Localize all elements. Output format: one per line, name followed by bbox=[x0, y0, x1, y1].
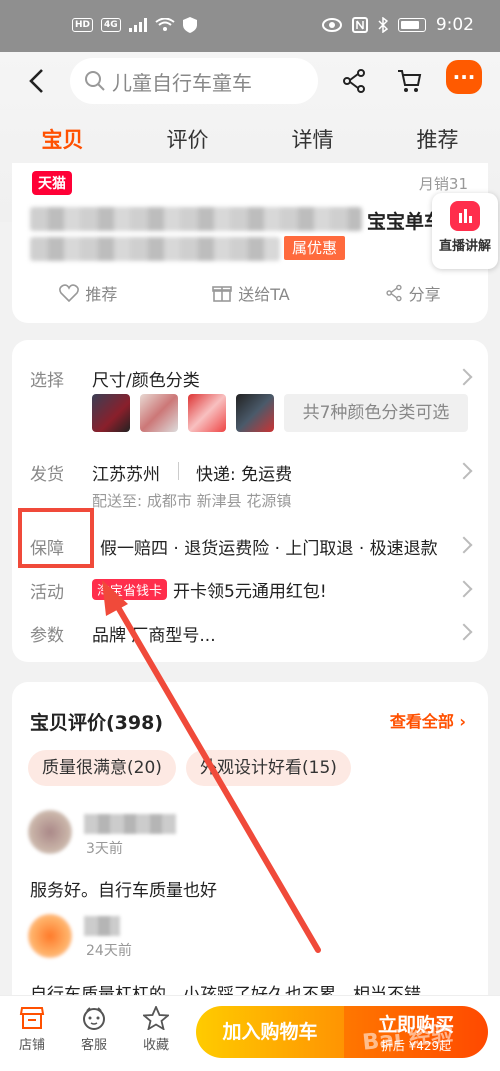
status-bar: HD 4G 9:02 bbox=[0, 0, 500, 52]
tab-recommend[interactable]: 推荐 bbox=[375, 118, 500, 162]
tab-details[interactable]: 详情 bbox=[250, 118, 375, 162]
service-face-icon bbox=[83, 1007, 105, 1030]
signal-icon bbox=[128, 18, 147, 32]
gift-button[interactable]: 送给TA bbox=[212, 281, 290, 305]
ship-origin: 江苏苏州 bbox=[92, 465, 160, 485]
product-actions: 推荐 送给TA 分享 bbox=[12, 281, 488, 305]
cart-icon[interactable] bbox=[396, 68, 422, 94]
status-right: 9:02 bbox=[321, 15, 474, 35]
guarantee-chevron-icon[interactable] bbox=[455, 536, 473, 554]
favorite-button[interactable]: 收藏 bbox=[126, 1006, 186, 1053]
reviewer-name-2-blurred bbox=[84, 916, 120, 936]
params-chevron-icon[interactable] bbox=[455, 623, 473, 641]
status-left: HD 4G bbox=[72, 17, 197, 33]
store-label: 店铺 bbox=[18, 1038, 45, 1053]
activity-label: 活动 bbox=[30, 583, 64, 603]
tab-reviews[interactable]: 评价 bbox=[125, 118, 250, 162]
live-explain-button[interactable]: 直播讲解 bbox=[432, 193, 498, 269]
bluetooth-icon bbox=[378, 17, 388, 33]
battery-icon bbox=[397, 18, 426, 32]
color-thumb-2[interactable] bbox=[140, 394, 178, 432]
store-button[interactable]: 店铺 bbox=[2, 1006, 62, 1053]
reviews-title: 宝贝评价(398) bbox=[30, 712, 164, 734]
review-time-1: 3天前 bbox=[86, 841, 123, 857]
network-badge: 4G bbox=[101, 18, 121, 32]
recommend-label: 推荐 bbox=[85, 285, 118, 304]
nfc-icon bbox=[351, 17, 368, 33]
params-value[interactable]: 品牌 厂商型号... bbox=[92, 621, 216, 646]
service-button[interactable]: 客服 bbox=[64, 1006, 124, 1053]
more-colors-button[interactable]: 共7种颜色分类可选 bbox=[284, 394, 468, 432]
coupon-tag[interactable]: 属优惠 bbox=[284, 236, 346, 260]
service-label: 客服 bbox=[80, 1038, 107, 1053]
reviewer-name-1-blurred bbox=[84, 814, 176, 834]
select-label: 选择 bbox=[30, 371, 64, 391]
ship-fee: 快递: 免运费 bbox=[196, 465, 293, 485]
tab-item[interactable]: 宝贝 bbox=[0, 118, 125, 168]
live-label: 直播讲解 bbox=[438, 239, 491, 254]
product-card: 天猫 月销31 宝宝单车 属优惠 直播讲解 推荐 送给TA 分享 bbox=[12, 163, 498, 323]
activity-chevron-icon[interactable] bbox=[455, 580, 473, 598]
search-placeholder: 儿童自行车童车 bbox=[112, 70, 252, 95]
color-thumb-4[interactable] bbox=[236, 394, 274, 432]
ship-label: 发货 bbox=[30, 465, 64, 485]
guarantee-value[interactable]: 假一赔四 · 退货运费险 · 上门取退 · 极速退款 bbox=[100, 534, 438, 559]
recommend-button[interactable]: 推荐 bbox=[59, 281, 117, 305]
status-time: 9:02 bbox=[435, 15, 474, 35]
add-to-cart-button[interactable]: 加入购物车 bbox=[196, 1006, 344, 1058]
back-arrow-icon[interactable] bbox=[24, 66, 50, 96]
tab-bar: 宝贝 评价 详情 推荐 bbox=[0, 118, 500, 168]
gift-label: 送给TA bbox=[238, 285, 290, 304]
monthly-sales: 月销31 bbox=[418, 175, 468, 193]
wifi-icon bbox=[155, 18, 175, 31]
ship-destination[interactable]: 配送至: 成都市 新津县 花源镇 bbox=[92, 490, 291, 511]
share-small-icon bbox=[385, 284, 402, 302]
hd-badge: HD bbox=[72, 18, 94, 32]
search-icon bbox=[85, 71, 105, 91]
annotation-highlight-box bbox=[18, 508, 94, 568]
select-chevron-icon[interactable] bbox=[455, 368, 473, 386]
share-product-button[interactable]: 分享 bbox=[385, 281, 441, 305]
view-all-reviews-link[interactable]: 查看全部 › bbox=[390, 708, 466, 732]
star-icon bbox=[143, 1006, 169, 1030]
shield-icon bbox=[182, 17, 197, 33]
reviewer-avatar-1 bbox=[28, 810, 72, 854]
store-icon bbox=[19, 1007, 45, 1029]
review-text-1: 服务好。自行车质量也好 bbox=[30, 881, 217, 901]
eye-icon bbox=[321, 18, 342, 32]
favorite-label: 收藏 bbox=[142, 1038, 169, 1053]
search-bar[interactable]: 儿童自行车童车 bbox=[70, 58, 318, 104]
more-menu-button[interactable]: ... bbox=[446, 60, 482, 94]
activity-row[interactable]: 淘宝省钱卡 开卡领5元通用红包! bbox=[92, 577, 327, 602]
savings-card-badge: 淘宝省钱卡 bbox=[92, 579, 168, 600]
color-thumb-1[interactable] bbox=[92, 394, 130, 432]
ship-chevron-icon[interactable] bbox=[455, 462, 473, 480]
color-thumb-3[interactable] bbox=[188, 394, 226, 432]
select-value[interactable]: 尺寸/颜色分类 bbox=[92, 366, 200, 391]
review-tag-quality[interactable]: 质量很满意(20) bbox=[28, 750, 176, 786]
reviews-card: 宝贝评价(398) 查看全部 › 质量很满意(20) 外观设计好看(15) 3天… bbox=[12, 682, 488, 1012]
ship-divider bbox=[178, 462, 179, 480]
reviewer-avatar-2 bbox=[28, 914, 72, 958]
options-card: 选择 尺寸/颜色分类 共7种颜色分类可选 发货 江苏苏州 快递: 免运费 配送至… bbox=[12, 340, 488, 662]
params-label: 参数 bbox=[30, 626, 64, 646]
blurred-title-line-2 bbox=[30, 237, 280, 261]
heart-icon bbox=[59, 284, 80, 302]
gift-icon bbox=[212, 286, 233, 302]
share-icon[interactable] bbox=[341, 68, 367, 94]
review-time-2: 24天前 bbox=[86, 943, 132, 959]
tmall-badge: 天猫 bbox=[32, 171, 72, 195]
live-chart-icon bbox=[450, 201, 480, 231]
share-label: 分享 bbox=[408, 285, 441, 304]
blurred-title-line-1 bbox=[30, 207, 362, 231]
review-tag-design[interactable]: 外观设计好看(15) bbox=[186, 750, 351, 786]
activity-value: 开卡领5元通用红包! bbox=[173, 582, 327, 602]
